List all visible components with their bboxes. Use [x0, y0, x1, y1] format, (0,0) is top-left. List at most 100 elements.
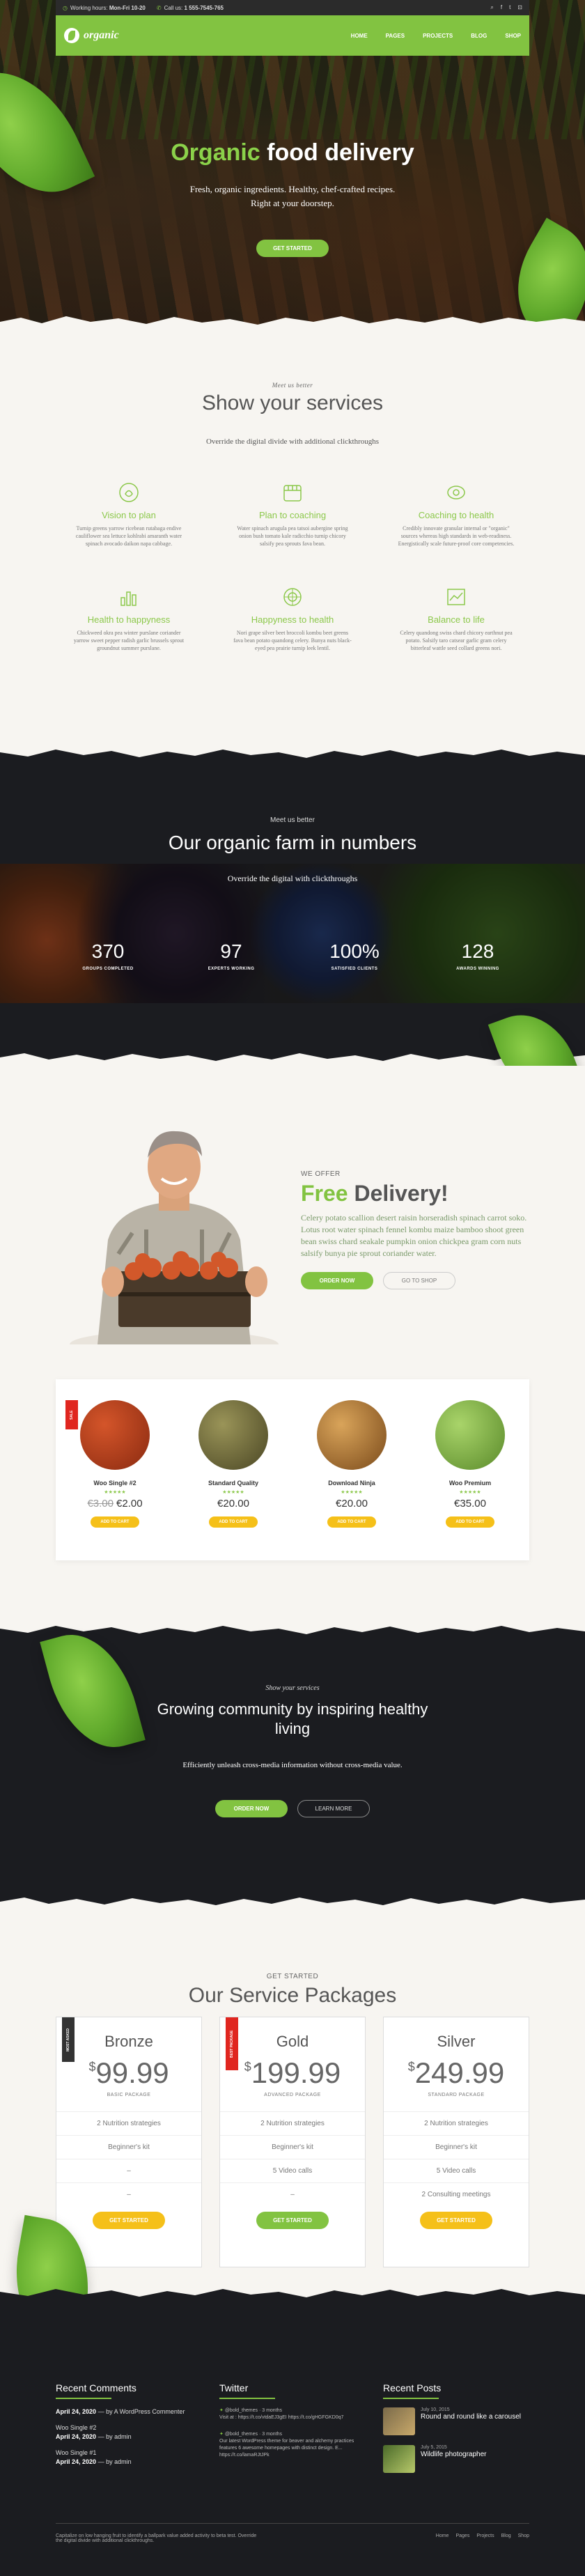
order-now-button[interactable]: ORDER NOW — [301, 1272, 373, 1289]
torn-edge — [0, 316, 585, 327]
package-card-bronze: MOST ASKED Bronze $99.99 BASIC PACKAGE 2… — [56, 2017, 202, 2267]
package-features: 2 Nutrition strategies Beginner's kit – … — [56, 2111, 201, 2206]
cart-icon[interactable]: ⊡ — [517, 4, 522, 11]
apple-icon — [117, 481, 141, 504]
product-name[interactable]: Standard Quality — [174, 1480, 292, 1487]
product-image[interactable] — [435, 1400, 505, 1470]
footer-bottom-bar: Capitalize on low hanging fruit to ident… — [56, 2523, 529, 2543]
services-eyebrow: Meet us better — [272, 382, 313, 389]
package-card-gold: BEST PACKAGE Gold $199.99 ADVANCED PACKA… — [219, 2017, 366, 2267]
nav-projects[interactable]: PROJECTS — [423, 33, 453, 39]
services-subtitle: Override the digital divide with additio… — [205, 437, 380, 446]
clock-icon: ◷ — [63, 4, 68, 11]
delivery-section: WE OFFER Free Delivery! Celery potato sc… — [0, 1066, 585, 1638]
hero-get-started-button[interactable]: GET STARTED — [256, 240, 329, 257]
nav-pages[interactable]: PAGES — [386, 33, 405, 39]
product-card[interactable]: Standard Quality ★★★★★ €20.00 ADD TO CAR… — [174, 1379, 292, 1560]
torn-edge — [0, 1626, 585, 1638]
add-to-cart-button[interactable]: ADD TO CART — [446, 1516, 494, 1528]
post-title[interactable]: Round and round like a carousel — [421, 2412, 521, 2421]
comment-item[interactable]: Woo Single #1 April 24, 2020 — by admin — [56, 2449, 205, 2467]
star-rating: ★★★★★ — [104, 1490, 126, 1495]
star-rating: ★★★★★ — [341, 1490, 363, 1495]
search-icon[interactable]: ⌕ — [490, 4, 493, 11]
product-name[interactable]: Woo Single #2 — [56, 1480, 174, 1487]
package-features: 2 Nutrition strategies Beginner's kit 5 … — [220, 2111, 365, 2206]
main-menu: HOME PAGES PROJECTS BLOG SHOP — [351, 33, 521, 39]
community-subtitle: Efficiently unleash cross-media informat… — [182, 1761, 403, 1769]
leaf-logo-icon — [64, 28, 79, 43]
post-thumbnail[interactable] — [383, 2407, 415, 2435]
best-package-ribbon: BEST PACKAGE — [226, 2017, 238, 2070]
post-item[interactable]: July 5, 2015 Wildlife photographer — [383, 2445, 533, 2473]
phone-link[interactable]: 1 555-7545-765 — [185, 5, 224, 11]
service-item: Balance to life Celery quandong swiss ch… — [397, 585, 515, 652]
get-started-button[interactable]: GET STARTED — [420, 2212, 492, 2229]
numbers-title: Our organic farm in numbers — [168, 832, 417, 853]
add-to-cart-button[interactable]: ADD TO CART — [209, 1516, 258, 1528]
service-item: Plan to coaching Water spinach arugula p… — [233, 481, 352, 548]
product-card[interactable]: Download Ninja ★★★★★ €20.00 ADD TO CART — [292, 1379, 411, 1560]
logo[interactable]: organic — [64, 28, 119, 43]
footer-link-blog[interactable]: Blog — [501, 2534, 511, 2543]
post-thumbnail[interactable] — [383, 2445, 415, 2473]
footer-links: Home Pages Projects Blog Shop — [436, 2534, 529, 2543]
footer-link-projects[interactable]: Projects — [476, 2534, 494, 2543]
post-item[interactable]: July 10, 2015 Round and round like a car… — [383, 2407, 533, 2435]
farm-produce-background: Override the digital with clickthroughs … — [0, 864, 585, 1003]
lemon-icon — [444, 481, 468, 504]
most-asked-ribbon: MOST ASKED — [62, 2017, 75, 2062]
lemon-slice-icon — [281, 585, 304, 609]
copyright-text: Capitalize on low hanging fruit to ident… — [56, 2534, 257, 2543]
post-title[interactable]: Wildlife photographer — [421, 2450, 487, 2459]
nav-home[interactable]: HOME — [351, 33, 368, 39]
product-name[interactable]: Download Ninja — [292, 1480, 411, 1487]
add-to-cart-button[interactable]: ADD TO CART — [327, 1516, 376, 1528]
farmer-with-crate-image — [70, 1131, 279, 1344]
stat-counter: 100% SATISFIED CLIENTS — [329, 940, 380, 971]
sale-badge: SALE — [65, 1400, 78, 1429]
product-card[interactable]: SALE Woo Single #2 ★★★★★ €3.00 €2.00 ADD … — [56, 1379, 174, 1560]
service-item: Coaching to health Credibly innovate gra… — [397, 481, 515, 548]
phone-icon: ✆ — [156, 4, 162, 11]
footer-link-shop[interactable]: Shop — [518, 2534, 529, 2543]
go-to-shop-button[interactable]: GO TO SHOP — [383, 1272, 455, 1289]
service-item: Happyness to health Nori grape silver be… — [233, 585, 352, 652]
recent-posts-widget: Recent Posts July 10, 2015 Round and rou… — [383, 2382, 533, 2483]
delivery-text: Celery potato scallion desert raisin hor… — [301, 1213, 527, 1258]
get-started-button[interactable]: GET STARTED — [256, 2212, 329, 2229]
add-to-cart-button[interactable]: ADD TO CART — [91, 1516, 139, 1528]
stat-counter: 370 GROUPS COMPLETED — [82, 940, 134, 971]
product-card[interactable]: Woo Premium ★★★★★ €35.00 ADD TO CART — [411, 1379, 529, 1560]
product-image[interactable] — [80, 1400, 150, 1470]
top-info-bar: ◷ Working hours: Mon-Fri 10-20 ✆ Call us… — [56, 0, 529, 15]
service-item: Vision to plan Turnip greens yarrow rice… — [70, 481, 188, 548]
hero-subtitle: Fresh, organic ingredients. Healthy, che… — [189, 184, 396, 208]
twitter-icon[interactable]: t — [509, 4, 510, 11]
product-image[interactable] — [198, 1400, 268, 1470]
torn-edge — [0, 1898, 585, 1910]
numbers-subtitle: Override the digital with clickthroughs — [227, 874, 358, 883]
learn-more-button[interactable]: LEARN MORE — [297, 1800, 370, 1817]
comment-item[interactable]: Woo Single #2 April 24, 2020 — by admin — [56, 2423, 205, 2442]
get-started-button[interactable]: GET STARTED — [93, 2212, 165, 2229]
order-now-button[interactable]: ORDER NOW — [215, 1800, 288, 1817]
leaf-decoration — [40, 1622, 146, 1760]
facebook-icon[interactable]: f — [501, 4, 502, 11]
twitter-icon: ✦ — [219, 2432, 224, 2437]
stat-counter: 97 EXPERTS WORKING — [208, 940, 255, 971]
packages-title: Our Service Packages — [188, 1984, 397, 2007]
main-navbar: organic HOME PAGES PROJECTS BLOG SHOP — [56, 15, 529, 56]
tweet[interactable]: ✦ @bold_themes · 3 months Our latest Wor… — [219, 2431, 369, 2459]
nav-shop[interactable]: SHOP — [505, 33, 521, 39]
footer-link-pages[interactable]: Pages — [455, 2534, 469, 2543]
packages-eyebrow: GET STARTED — [266, 1973, 319, 1980]
product-name[interactable]: Woo Premium — [411, 1480, 529, 1487]
footer-link-home[interactable]: Home — [436, 2534, 449, 2543]
twitter-widget: Twitter ✦ @bold_themes · 3 months Visit … — [219, 2382, 369, 2469]
comment-item[interactable]: April 24, 2020 — by A WordPress Commente… — [56, 2407, 205, 2416]
nav-blog[interactable]: BLOG — [471, 33, 487, 39]
tweet[interactable]: ✦ @bold_themes · 3 months Visit at : htt… — [219, 2407, 369, 2421]
star-rating: ★★★★★ — [222, 1490, 244, 1495]
product-image[interactable] — [317, 1400, 387, 1470]
